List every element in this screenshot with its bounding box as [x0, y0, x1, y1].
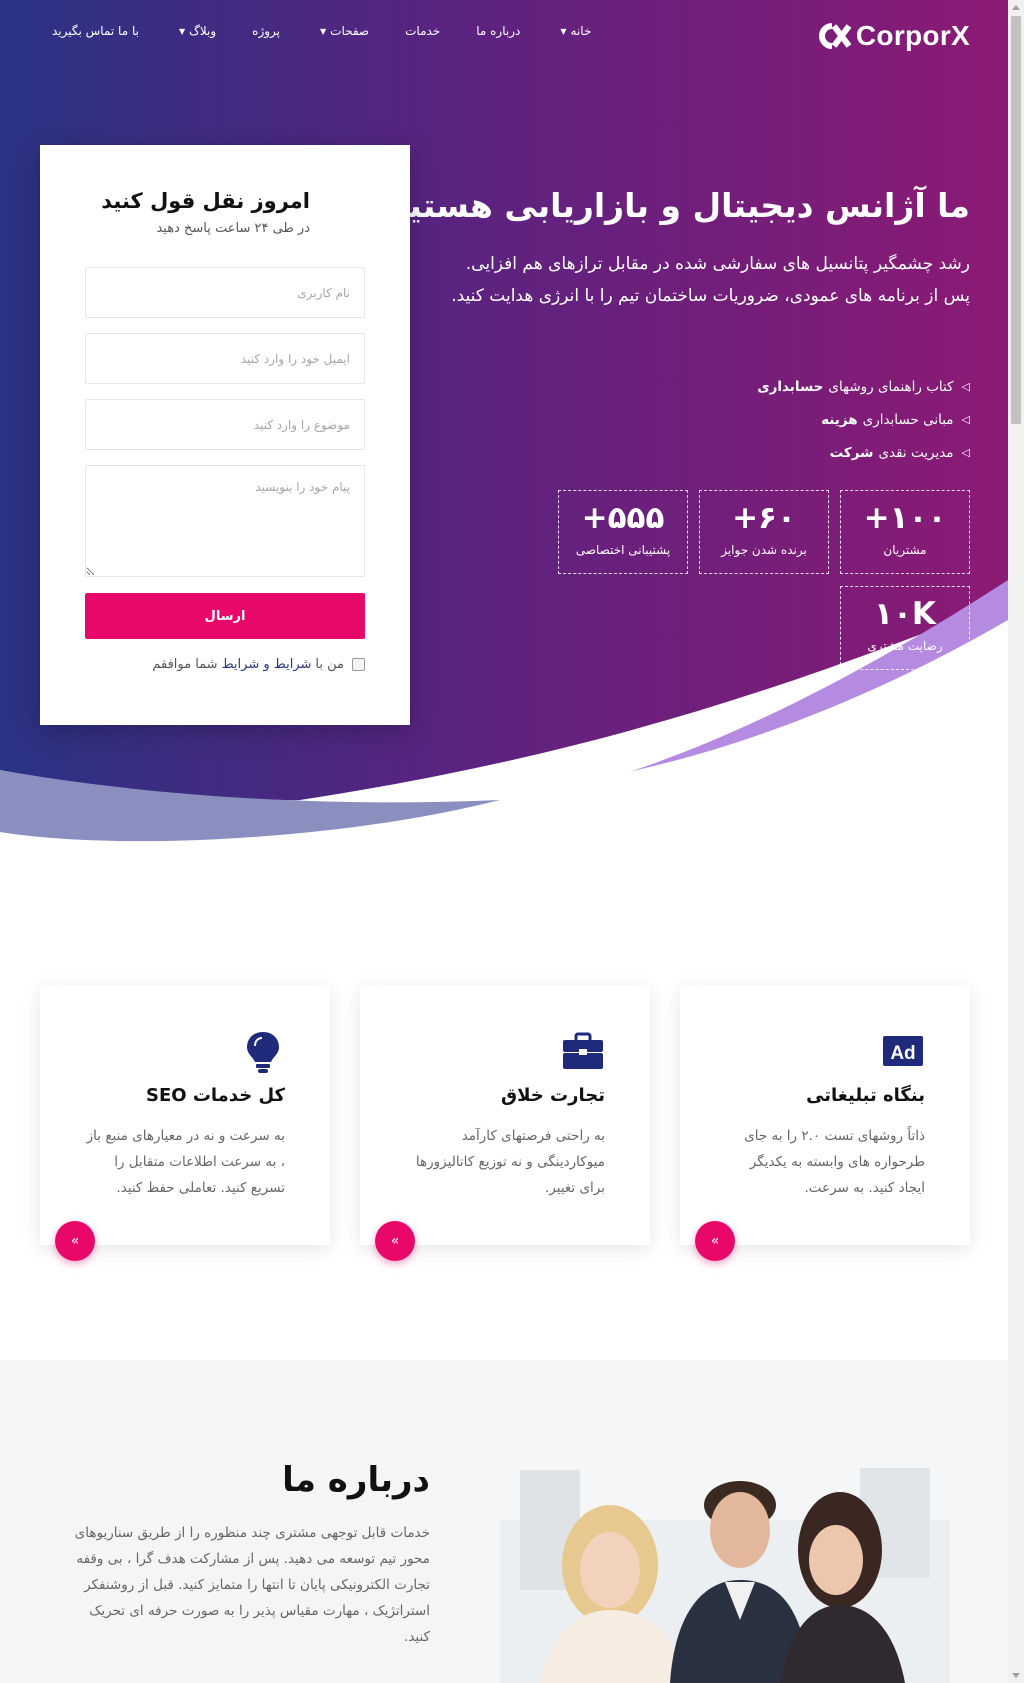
- service-card: کل خدمات SEO به سرعت و نه در معیارهای من…: [40, 985, 330, 1261]
- stat-number: +۱۰۰: [863, 500, 947, 536]
- about-text: خدمات قابل توجهی مشتری چند منظوره را از …: [74, 1525, 430, 1645]
- hero-title: ما آژانس دیجیتال و بازاریابی هستیم: [383, 186, 970, 225]
- double-chevron-left-icon: «: [390, 1233, 400, 1249]
- hero-description: رشد چشمگیر پتانسیل های سفارشی شده در مقا…: [451, 254, 970, 306]
- briefcase-icon: [563, 1032, 603, 1069]
- nav-item-label: وبلاگ: [189, 24, 217, 38]
- nav-item-label: پروژه: [252, 24, 280, 38]
- about-title: درباره ما: [282, 1460, 430, 1500]
- triangle-left-icon: ◁: [961, 445, 970, 459]
- nav-item-label: خدمات: [405, 24, 441, 38]
- service-more-button[interactable]: «: [375, 1221, 415, 1261]
- service-text: به سرعت و نه در معیارهای منبع باز ، به س…: [86, 1128, 285, 1196]
- subject-input[interactable]: [85, 399, 365, 450]
- page: CorporX با ما تماس بگیرید ▼ وبلاگ پروژه ▼ صفح…: [0, 0, 1008, 1683]
- scroll-thumb[interactable]: [1011, 16, 1021, 424]
- username-input[interactable]: [85, 267, 365, 318]
- nav-item[interactable]: پروژه: [252, 24, 280, 38]
- brand-name: CorporX: [855, 20, 970, 51]
- feature-text: مبانی حسابداری: [862, 411, 954, 428]
- feature-bold-text: هزینه: [821, 411, 858, 428]
- message-textarea[interactable]: [85, 465, 365, 577]
- service-title: کل خدمات SEO: [146, 1085, 285, 1106]
- service-card: تجارت خلاق به راحتی فرصتهای کارآمد میوکا…: [360, 985, 650, 1261]
- terms-agreement: من با شرایط و شرایط شما موافقم: [152, 657, 365, 672]
- triangle-left-icon: ◁: [961, 412, 970, 426]
- agree-prefix: من با: [315, 657, 344, 672]
- stat-box: +۵۵۵ پشتیبانی اختصاصی: [558, 490, 688, 574]
- double-chevron-left-icon: «: [70, 1233, 80, 1249]
- triangle-left-icon: ◁: [961, 379, 970, 393]
- feature-item: ◁ کتاب راهنمای روشهای حسابداری: [710, 370, 970, 403]
- chevron-down-icon: ▼: [320, 26, 327, 36]
- logo-mark-icon: [818, 23, 852, 49]
- quote-form-card: امروز نقل قول کنید در طی ۲۴ ساعت پاسخ ده…: [40, 145, 410, 725]
- agree-suffix: شما موافقم: [152, 657, 218, 672]
- double-chevron-left-icon: «: [710, 1233, 720, 1249]
- scroll-up-arrow-icon[interactable]: [1012, 5, 1020, 10]
- service-text: ذاتاً روشهای تست ۲.۰ را به جای طرحواره ه…: [744, 1128, 925, 1196]
- nav-item[interactable]: ▼ وبلاگ: [175, 24, 216, 38]
- team-photo-illustration: [500, 1460, 950, 1683]
- stat-label: رضایت مشتری: [867, 639, 943, 653]
- stat-box: +۱۰۰ مشتریان: [840, 490, 970, 574]
- lightbulb-icon: [247, 1032, 279, 1073]
- feature-list: ◁ کتاب راهنمای روشهای حسابداری ◁ مبانی ح…: [710, 370, 970, 469]
- stat-number: ۱۰K: [874, 596, 936, 632]
- nav-item-label: با ما تماس بگیرید: [52, 24, 139, 38]
- chevron-down-icon: ▼: [178, 26, 186, 36]
- page-scrollbar[interactable]: [1008, 0, 1024, 1683]
- form-subtitle: در طی ۲۴ ساعت پاسخ دهید: [156, 221, 310, 236]
- terms-link[interactable]: شرایط و شرایط: [222, 657, 312, 672]
- stat-label: برنده شدن جوایز: [721, 543, 807, 557]
- stat-box: ۱۰K رضایت مشتری: [840, 586, 970, 670]
- nav-item-label: صفحات: [330, 24, 370, 38]
- email-input[interactable]: [85, 333, 365, 384]
- stat-label: مشتریان: [883, 543, 927, 557]
- stat-box: +۶۰ برنده شدن جوایز: [699, 490, 829, 574]
- feature-bold-text: حسابداری: [757, 378, 824, 395]
- feature-item: ◁ مدیریت نقدی شرکت: [710, 436, 970, 469]
- service-text: به راحتی فرصتهای کارآمد میوکاردینگی و نه…: [415, 1128, 605, 1196]
- stat-number: +۶۰: [732, 500, 796, 536]
- stat-label: پشتیبانی اختصاصی: [575, 543, 671, 557]
- feature-text: کتاب راهنمای روشهای: [828, 378, 954, 395]
- service-card: Ad بنگاه تبلیغاتی ذاتاً روشهای تست ۲.۰ ر…: [680, 985, 970, 1261]
- nav-item[interactable]: ▼ خانه: [556, 24, 591, 38]
- svg-text:Ad: Ad: [890, 1043, 915, 1064]
- terms-checkbox[interactable]: [352, 658, 365, 671]
- form-title: امروز نقل قول کنید: [101, 189, 310, 213]
- scroll-down-arrow-icon[interactable]: [1012, 1673, 1020, 1678]
- feature-item: ◁ مبانی حسابداری هزینه: [710, 403, 970, 436]
- nav-item[interactable]: درباره ما: [476, 24, 520, 38]
- nav-item-label: خانه: [570, 24, 592, 38]
- nav-item[interactable]: با ما تماس بگیرید: [52, 24, 139, 38]
- nav-item[interactable]: خدمات: [405, 24, 440, 38]
- ad-icon: Ad: [883, 1036, 923, 1066]
- submit-button[interactable]: ارسال: [85, 593, 365, 639]
- service-title: بنگاه تبلیغاتی: [806, 1085, 925, 1106]
- nav-item[interactable]: ▼ صفحات: [316, 24, 369, 38]
- stats-grid: +۱۰۰ مشتریان +۶۰ برنده شدن جوایز +۵۵۵ پش…: [558, 490, 970, 670]
- main-menu: با ما تماس بگیرید ▼ وبلاگ پروژه ▼ صفحات خدمات د…: [52, 24, 627, 38]
- team-photo: [500, 1460, 950, 1683]
- hero-section: CorporX با ما تماس بگیرید ▼ وبلاگ پروژه ▼ صفح…: [0, 0, 1008, 880]
- service-more-button[interactable]: «: [55, 1221, 95, 1261]
- brand-logo[interactable]: CorporX: [818, 20, 970, 52]
- service-title: تجارت خلاق: [501, 1085, 605, 1106]
- navbar: CorporX با ما تماس بگیرید ▼ وبلاگ پروژه ▼ صفح…: [0, 0, 1008, 70]
- about-section: درباره ما خدمات قابل توجهی مشتری چند منظ…: [0, 1360, 1008, 1683]
- feature-bold-text: شرکت: [829, 444, 874, 461]
- chevron-down-icon: ▼: [560, 26, 567, 36]
- stat-number: +۵۵۵: [581, 500, 665, 536]
- service-more-button[interactable]: «: [695, 1221, 735, 1261]
- feature-text: مدیریت نقدی: [878, 444, 954, 461]
- nav-item-label: درباره ما: [476, 24, 521, 38]
